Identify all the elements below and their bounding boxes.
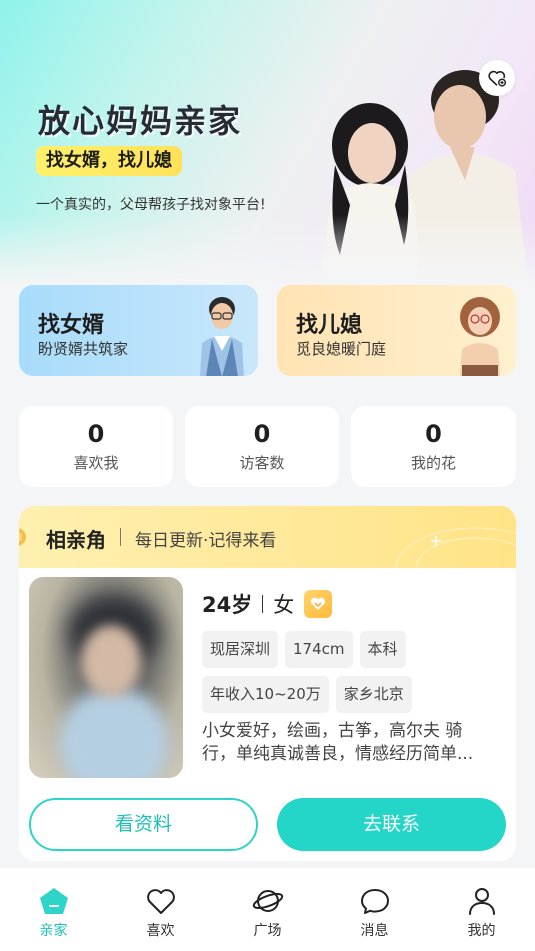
groom-avatar-icon [200, 297, 244, 376]
view-profile-button[interactable]: 看资料 [29, 798, 258, 851]
find-daughter-in-law-title: 找儿媳 [296, 313, 363, 338]
hero-title: 放心妈妈亲家 [38, 102, 243, 140]
nav-item-profile[interactable]: 我的 [428, 868, 535, 951]
find-son-in-law-title: 找女婿 [38, 313, 105, 338]
profile-basic-info: 24岁 女 [202, 589, 333, 619]
stat-visitors-label: 访客数 [239, 454, 285, 472]
matchmaking-corner-card: 相亲角 每日更新·记得来看 24岁 女 现居深圳 174cm 本科 年收入10~… [19, 506, 516, 861]
contact-button[interactable]: 去联系 [277, 798, 506, 851]
find-son-in-law-subtitle: 盼贤婿共筑家 [38, 340, 129, 358]
nav-label-profile: 我的 [467, 923, 496, 939]
profile-description-line2: 行，单纯真诚善良，情感经历简单... [202, 744, 474, 764]
hero-banner: 放心妈妈亲家 找女婿，找儿媳 一个真实的，父母帮孩子找对象平台! [0, 0, 535, 285]
nav-item-square[interactable]: 广场 [214, 868, 321, 951]
bride-avatar-icon [460, 297, 500, 376]
profile-description: 小女爱好，绘画，古筝，高尔夫 骑 行，单纯真诚善良，情感经历简单... [202, 720, 504, 766]
vip-badge-icon [304, 590, 333, 618]
nav-label-messages: 消息 [360, 923, 389, 939]
nav-label-home: 亲家 [39, 923, 68, 939]
favorites-button[interactable] [479, 60, 515, 96]
profile-gender: 女 [273, 593, 295, 617]
header-decoration [395, 527, 516, 568]
profile-tags: 现居深圳 174cm 本科 年收入10~20万 家乡北京 [202, 631, 502, 721]
profile-age: 24岁 [202, 593, 253, 617]
tag-hometown: 家乡北京 [335, 676, 412, 713]
home-icon [39, 888, 68, 914]
hero-subtitle: 一个真实的，父母帮孩子找对象平台! [36, 197, 266, 213]
matchmaking-header: 相亲角 每日更新·记得来看 [19, 506, 516, 568]
tag-residence: 现居深圳 [202, 631, 279, 668]
find-son-in-law-card[interactable]: 找女婿 盼贤婿共筑家 [19, 285, 258, 376]
nav-item-home[interactable]: 亲家 [0, 868, 107, 951]
stat-my-flowers-label: 我的花 [410, 454, 456, 472]
stat-my-flowers[interactable]: 0 我的花 [351, 406, 516, 487]
bottom-nav: 亲家 喜欢 广场 消息 我的 [0, 868, 535, 951]
nav-item-messages[interactable]: 消息 [321, 868, 428, 951]
planet-icon [252, 890, 283, 912]
find-daughter-in-law-card[interactable]: 找儿媳 觅良媳暖门庭 [277, 285, 516, 376]
message-icon [360, 889, 389, 914]
find-daughter-in-law-subtitle: 觅良媳暖门庭 [296, 340, 387, 358]
tag-income: 年收入10~20万 [202, 676, 329, 713]
profile-description-line1: 小女爱好，绘画，古筝，高尔夫 骑 [202, 721, 463, 741]
stat-liked-me-label: 喜欢我 [73, 454, 119, 472]
nav-label-square: 广场 [253, 923, 282, 939]
matchmaking-subtitle: 每日更新·记得来看 [135, 531, 277, 551]
tag-height: 174cm [285, 631, 353, 668]
heart-icon [146, 889, 175, 914]
hero-fade [0, 215, 535, 285]
matchmaking-divider [120, 528, 121, 546]
stat-liked-me-value: 0 [87, 420, 105, 448]
nav-label-likes: 喜欢 [146, 923, 175, 939]
stat-my-flowers-value: 0 [425, 420, 442, 448]
stat-visitors-value: 0 [253, 420, 271, 448]
hero-tag: 找女婿，找儿媳 [36, 146, 182, 176]
stat-liked-me[interactable]: 0 喜欢我 [19, 406, 173, 487]
nav-item-likes[interactable]: 喜欢 [107, 868, 214, 951]
profile-card: 24岁 女 现居深圳 174cm 本科 年收入10~20万 家乡北京 小女爱好，… [19, 568, 516, 861]
tag-education: 本科 [359, 631, 406, 668]
heart-plus-icon [488, 70, 507, 87]
profile-icon [468, 888, 495, 915]
matchmaking-title: 相亲角 [46, 528, 106, 552]
profile-photo[interactable] [29, 577, 183, 778]
profile-separator [262, 595, 264, 613]
stat-visitors[interactable]: 0 访客数 [185, 406, 339, 487]
coin-icon [19, 528, 26, 546]
